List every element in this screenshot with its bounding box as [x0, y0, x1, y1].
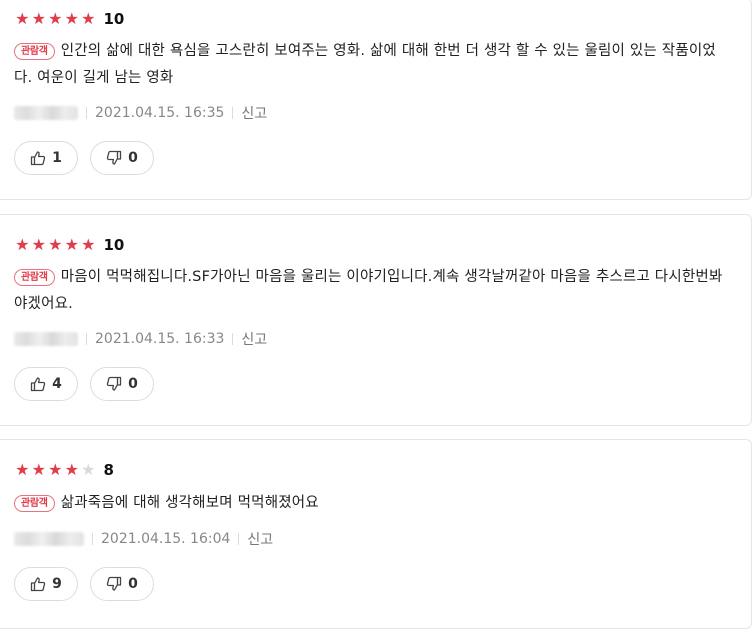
star-icon: ★ [64, 460, 79, 479]
rating-score: 8 [103, 461, 114, 479]
star-icon: ★ [15, 9, 30, 28]
thumbs-up-icon [30, 151, 46, 166]
star-rating: ★ ★ ★ ★ ★ [14, 462, 97, 478]
divider [232, 107, 234, 119]
star-rating: ★ ★ ★ ★ ★ [14, 237, 97, 253]
dislike-count: 0 [128, 150, 138, 166]
review-body: 관람객 인간의 삶에 대한 욕심을 고스란히 보여주는 영화. 삶에 대해 한번 … [14, 38, 733, 92]
blurred-username [14, 332, 78, 346]
dislike-button[interactable]: 0 [90, 367, 154, 401]
rating-score: 10 [103, 10, 125, 28]
star-icon: ★ [31, 9, 46, 28]
thumbs-down-icon [106, 376, 122, 391]
vote-buttons: 4 0 [14, 367, 154, 401]
star-icon: ★ [31, 460, 46, 479]
divider [92, 533, 93, 545]
review-meta: 2021.04.15. 16:33 신고 [14, 329, 267, 349]
like-count: 9 [52, 576, 62, 592]
review-text: 삶과죽음에 대해 생각해보며 먹먹해졌어요 [60, 495, 319, 511]
dislike-count: 0 [128, 376, 138, 392]
vote-buttons: 1 0 [14, 141, 154, 175]
like-button[interactable]: 9 [14, 567, 78, 601]
divider [232, 333, 234, 345]
rating-score: 10 [103, 236, 125, 254]
review-card: ★ ★ ★ ★ ★ 10 관람객 마음이 먹먹해집니다.SF가아닌 마음을 울리는… [0, 214, 752, 426]
audience-badge: 관람객 [14, 269, 55, 286]
report-link[interactable]: 신고 [241, 329, 267, 349]
review-text: 인간의 삶에 대한 욕심을 고스란히 보여주는 영화. 삶에 대해 한번 더 생… [14, 43, 716, 86]
star-icon: ★ [31, 235, 46, 254]
like-button[interactable]: 1 [14, 141, 78, 175]
star-icon: ★ [64, 9, 79, 28]
star-icon: ★ [48, 9, 63, 28]
thumbs-up-icon [30, 577, 46, 592]
dislike-button[interactable]: 0 [90, 567, 154, 601]
star-icon: ★ [64, 235, 79, 254]
review-meta: 2021.04.15. 16:04 신고 [14, 529, 273, 549]
thumbs-up-icon [30, 377, 46, 392]
audience-badge: 관람객 [14, 495, 55, 512]
review-datetime: 2021.04.15. 16:33 [95, 331, 225, 347]
star-icon: ★ [48, 235, 63, 254]
audience-badge: 관람객 [14, 43, 55, 60]
divider [86, 107, 87, 119]
divider [238, 533, 240, 545]
review-card: ★ ★ ★ ★ ★ 10 관람객 인간의 삶에 대한 욕심을 고스란히 보여주는 … [0, 0, 752, 200]
rating: ★ ★ ★ ★ ★ 10 [14, 9, 124, 29]
star-icon: ★ [48, 460, 63, 479]
report-link[interactable]: 신고 [241, 103, 267, 123]
divider [86, 333, 87, 345]
star-icon: ★ [15, 235, 30, 254]
dislike-count: 0 [128, 576, 138, 592]
star-icon: ★ [81, 235, 96, 254]
thumbs-down-icon [106, 576, 122, 591]
star-icon: ★ [81, 9, 96, 28]
vote-buttons: 9 0 [14, 567, 154, 601]
review-datetime: 2021.04.15. 16:04 [101, 531, 231, 547]
review-text: 마음이 먹먹해집니다.SF가아닌 마음을 울리는 이야기입니다.계속 생각날꺼같… [14, 269, 723, 312]
report-link[interactable]: 신고 [247, 529, 273, 549]
review-meta: 2021.04.15. 16:35 신고 [14, 103, 267, 123]
dislike-button[interactable]: 0 [90, 141, 154, 175]
thumbs-down-icon [106, 150, 122, 165]
review-card: ★ ★ ★ ★ ★ 8 관람객 삶과죽음에 대해 생각해보며 먹먹해졌어요 202… [0, 439, 752, 629]
like-count: 4 [52, 376, 62, 392]
review-body: 관람객 삶과죽음에 대해 생각해보며 먹먹해졌어요 [14, 490, 733, 517]
rating: ★ ★ ★ ★ ★ 10 [14, 235, 124, 255]
blurred-username [14, 532, 84, 546]
like-count: 1 [52, 150, 62, 166]
star-rating: ★ ★ ★ ★ ★ [14, 11, 97, 27]
blurred-username [14, 106, 78, 120]
rating: ★ ★ ★ ★ ★ 8 [14, 460, 114, 480]
star-icon: ★ [81, 460, 96, 479]
star-icon: ★ [15, 460, 30, 479]
review-datetime: 2021.04.15. 16:35 [95, 105, 225, 121]
review-body: 관람객 마음이 먹먹해집니다.SF가아닌 마음을 울리는 이야기입니다.계속 생각… [14, 264, 733, 318]
like-button[interactable]: 4 [14, 367, 78, 401]
